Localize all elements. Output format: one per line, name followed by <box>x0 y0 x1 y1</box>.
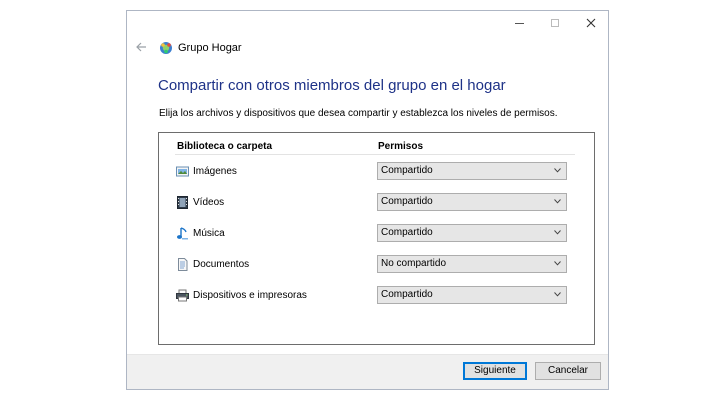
chevron-down-icon <box>554 168 561 173</box>
permission-dropdown[interactable]: Compartido <box>377 286 567 304</box>
videos-icon <box>177 196 188 209</box>
page-description: Elija los archivos y dispositivos que de… <box>159 108 558 119</box>
row-label: Vídeos <box>193 197 225 208</box>
sharing-table: Biblioteca o carpeta Permisos Imágenes C… <box>158 132 595 345</box>
navigation-row: Grupo Hogar <box>127 37 608 59</box>
table-row: Imágenes Compartido <box>159 162 594 182</box>
permission-value: Compartido <box>381 196 433 207</box>
permission-value: Compartido <box>381 227 433 238</box>
permission-dropdown[interactable]: No compartido <box>377 255 567 273</box>
permission-dropdown[interactable]: Compartido <box>377 224 567 242</box>
table-row: Dispositivos e impresoras Compartido <box>159 286 594 306</box>
page-heading: Compartir con otros miembros del grupo e… <box>158 77 506 94</box>
documents-icon <box>178 258 188 271</box>
printer-icon <box>176 289 189 302</box>
homegroup-window: Grupo Hogar Compartir con otros miembros… <box>126 10 609 390</box>
chevron-down-icon <box>554 261 561 266</box>
permission-dropdown[interactable]: Compartido <box>377 162 567 180</box>
chevron-down-icon <box>554 292 561 297</box>
row-label: Documentos <box>193 259 250 270</box>
row-label: Música <box>193 228 225 239</box>
column-header-permissions: Permisos <box>378 141 424 152</box>
header-divider <box>175 154 575 155</box>
dialog-footer: Siguiente Cancelar <box>127 354 608 389</box>
permission-value: No compartido <box>381 258 447 269</box>
table-row: Vídeos Compartido <box>159 193 594 213</box>
permission-value: Compartido <box>381 165 433 176</box>
next-button[interactable]: Siguiente <box>463 362 527 380</box>
back-button[interactable] <box>133 40 149 56</box>
row-label: Imágenes <box>193 166 237 177</box>
pictures-icon <box>176 166 189 177</box>
music-icon <box>177 227 188 240</box>
window-title: Grupo Hogar <box>178 42 242 54</box>
table-row: Música Compartido <box>159 224 594 244</box>
close-button[interactable] <box>573 11 609 35</box>
minimize-icon <box>514 22 524 24</box>
homegroup-icon <box>160 42 172 54</box>
chevron-down-icon <box>554 230 561 235</box>
title-bar <box>127 11 608 35</box>
permission-value: Compartido <box>381 289 433 300</box>
table-row: Documentos No compartido <box>159 255 594 275</box>
permission-dropdown[interactable]: Compartido <box>377 193 567 211</box>
column-header-library: Biblioteca o carpeta <box>177 141 273 152</box>
cancel-button[interactable]: Cancelar <box>535 362 601 380</box>
close-icon <box>586 18 596 28</box>
chevron-down-icon <box>554 199 561 204</box>
maximize-button[interactable] <box>537 11 573 35</box>
maximize-icon <box>551 19 559 27</box>
back-arrow-icon <box>136 42 146 52</box>
row-label: Dispositivos e impresoras <box>193 290 307 301</box>
minimize-button[interactable] <box>501 11 537 35</box>
